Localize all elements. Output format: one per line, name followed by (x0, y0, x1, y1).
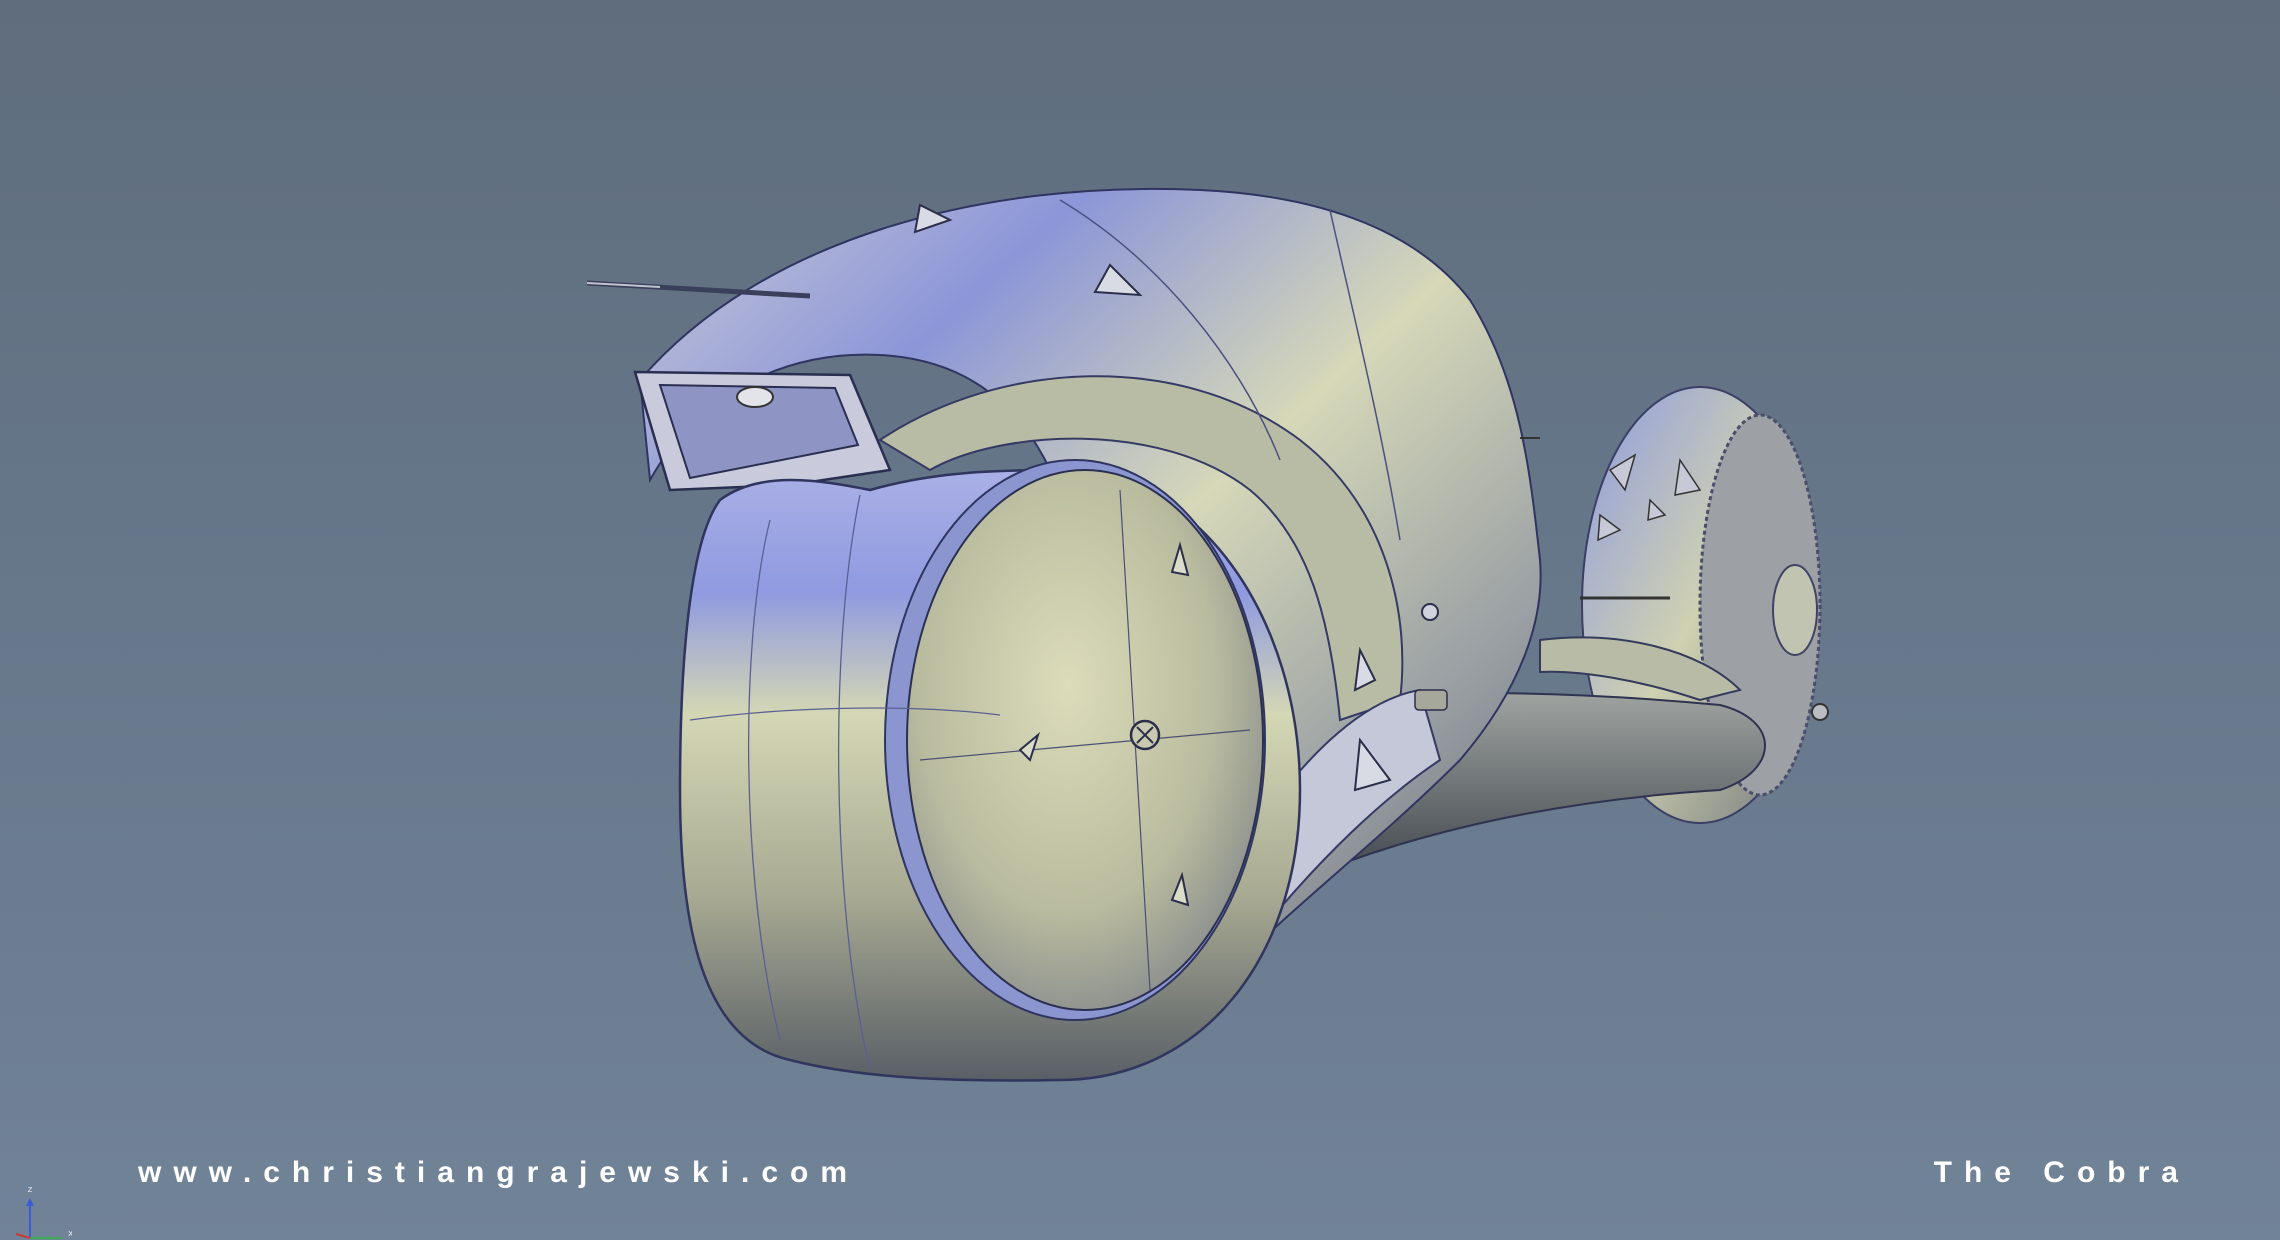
axis-x-label: x (68, 1229, 72, 1239)
axis-gizmo-icon: z x (15, 1185, 72, 1239)
front-wheel (678, 459, 1302, 1082)
axis-z-label: z (28, 1185, 33, 1195)
motorcycle-render (586, 187, 1829, 1082)
title-caption: The Cobra (1933, 1156, 2190, 1189)
website-caption: www.christiangrajewski.com (138, 1156, 860, 1189)
